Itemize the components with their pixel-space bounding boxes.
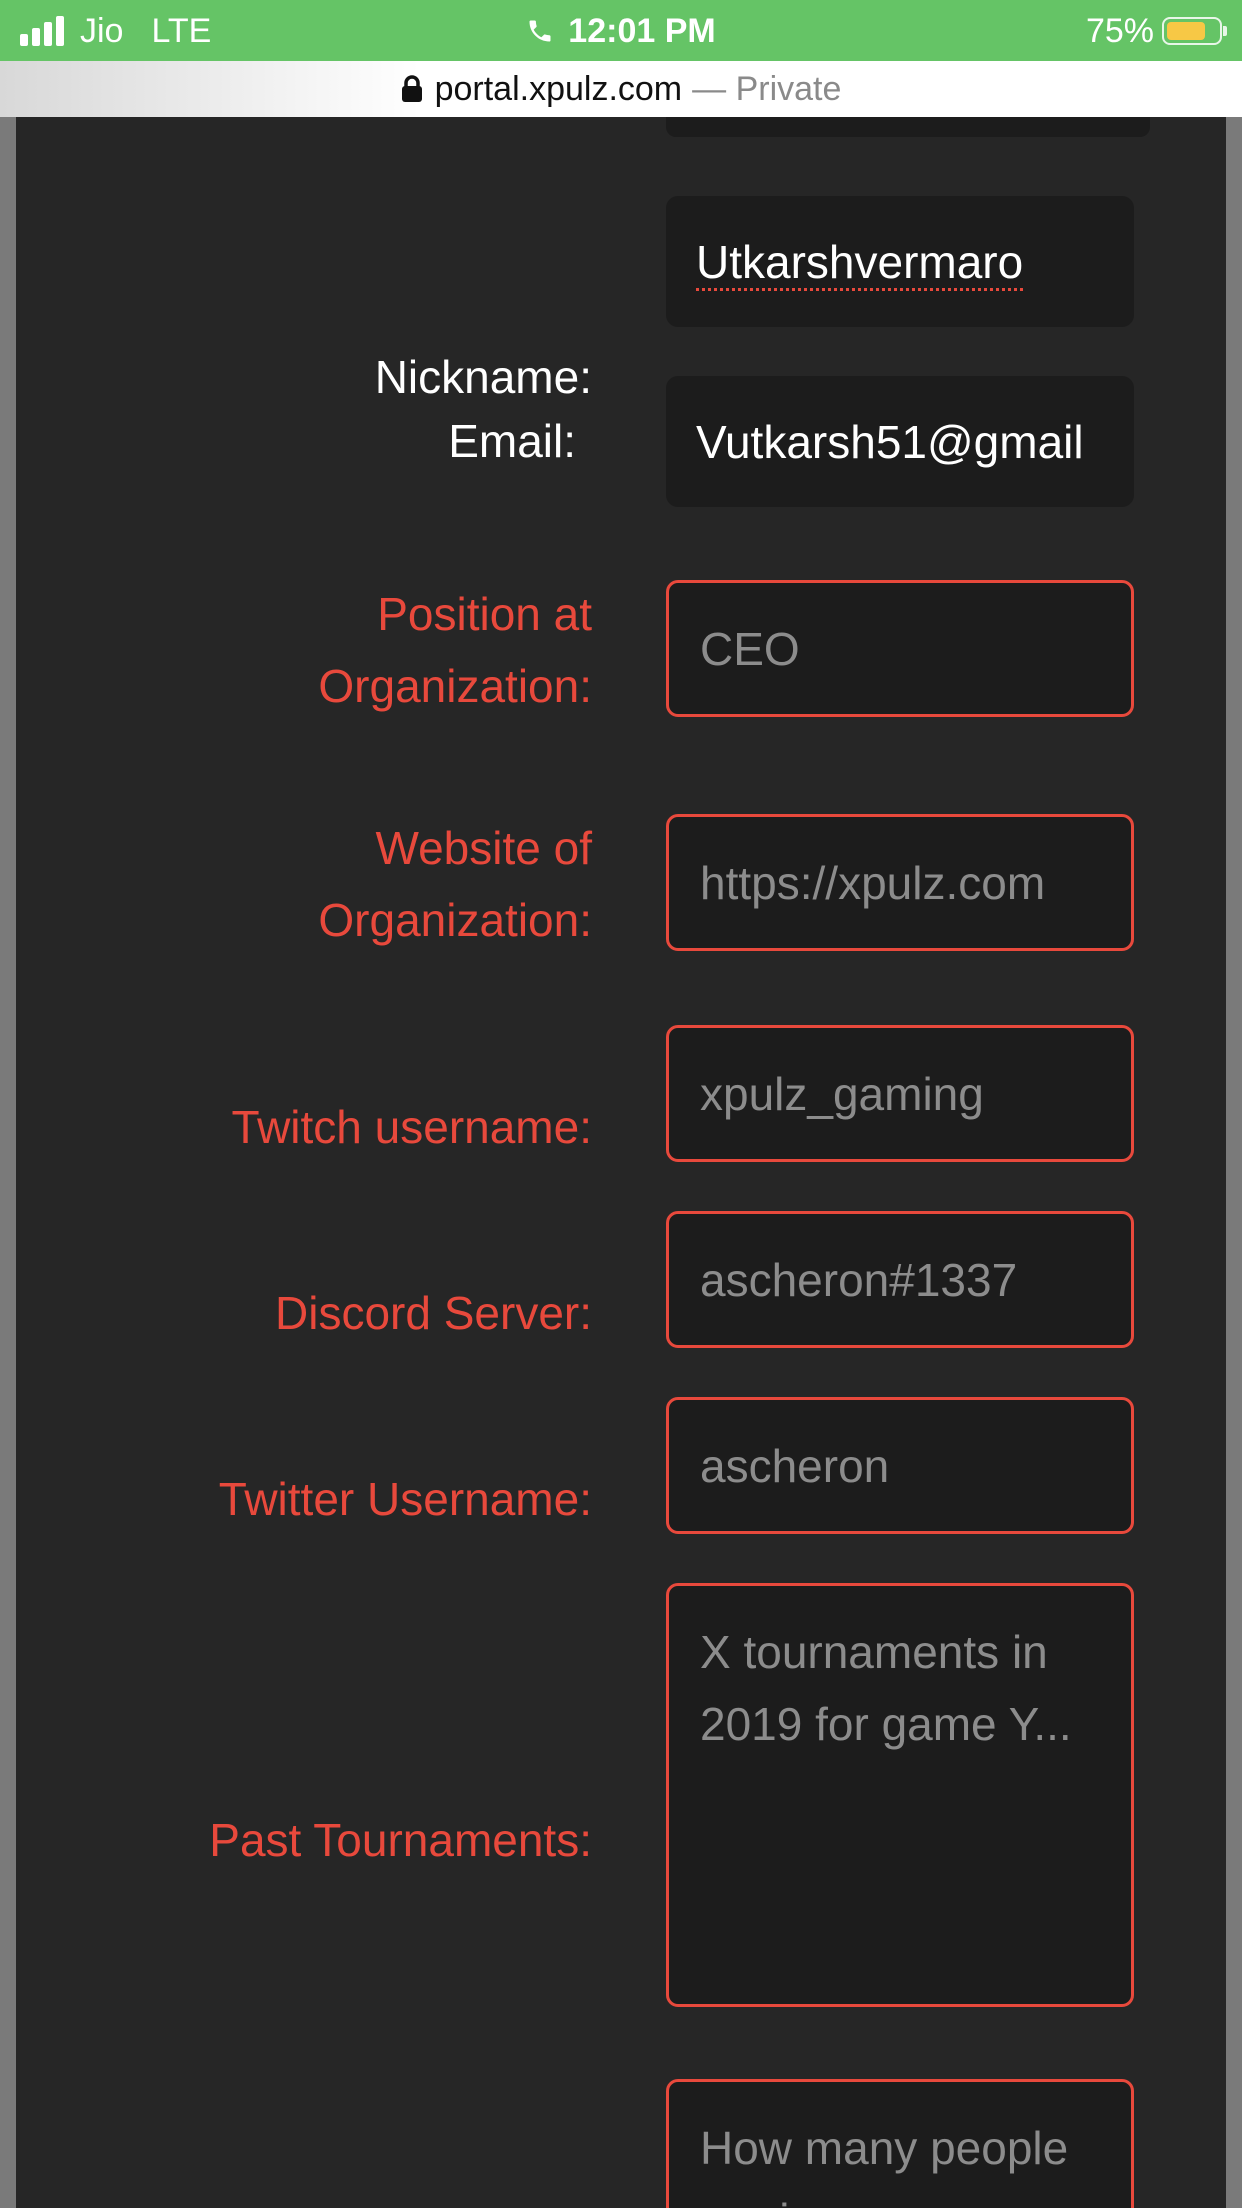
battery-nub [1223,26,1227,36]
position-field[interactable]: CEO [666,580,1134,717]
battery-icon [1162,17,1227,45]
website-label-line2: Organization: [318,894,592,946]
twitter-field[interactable]: ascheron [666,1397,1134,1534]
people-count-placeholder: How many people are in your [700,2122,1069,2208]
position-label-line2: Organization: [318,660,592,712]
browser-url-bar[interactable]: portal.xpulz.com — Private [0,61,1242,117]
people-count-textarea[interactable]: How many people are in your [666,2079,1134,2208]
twitch-label: Twitch username: [231,1101,592,1153]
private-indicator: — Private [692,70,841,109]
status-bar: Jio LTE 12:01 PM 75% [0,0,1242,61]
website-label: Website of Organization: [32,812,592,956]
status-right: 75% [1085,10,1227,52]
email-field[interactable]: Vutkarsh51@gmail [666,376,1134,507]
nickname-label: Nickname: [374,351,592,403]
discord-placeholder: ascheron#1337 [700,1253,1018,1306]
previous-field[interactable] [666,117,1150,137]
position-label: Position at Organization: [32,578,592,722]
discord-field[interactable]: ascheron#1337 [666,1211,1134,1348]
email-value: Vutkarsh51@gmail [696,415,1084,468]
twitter-label: Twitter Username: [218,1473,592,1525]
tournaments-textarea[interactable]: X tournaments in 2019 for game Y... [666,1583,1134,2007]
discord-label: Discord Server: [275,1287,592,1339]
private-mode-label: Private [735,69,842,108]
twitter-placeholder: ascheron [700,1439,890,1492]
battery-percent: 75% [1085,11,1154,50]
clock-time: 12:01 PM [568,11,716,50]
nickname-value: Utkarshvermaro [696,235,1024,288]
tournaments-placeholder: X tournaments in 2019 for game Y... [700,1626,1072,1750]
battery-fill [1167,22,1205,40]
twitch-placeholder: xpulz_gaming [700,1067,984,1120]
lock-icon [401,75,422,102]
position-label-line1: Position at [377,588,592,640]
website-label-line1: Website of [375,822,592,874]
nickname-field[interactable]: Utkarshvermaro [666,196,1134,327]
website-field[interactable]: https://xpulz.com [666,814,1134,951]
twitch-field[interactable]: xpulz_gaming [666,1025,1134,1162]
status-time-group: 12:01 PM [0,10,1242,52]
position-placeholder: CEO [700,622,800,675]
phone-icon [529,20,551,42]
url-text: portal.xpulz.com [434,69,683,108]
tournaments-label: Past Tournaments: [209,1814,592,1866]
email-label: Email: [448,415,576,467]
url-separator: — [692,69,727,108]
website-placeholder: https://xpulz.com [700,856,1046,909]
